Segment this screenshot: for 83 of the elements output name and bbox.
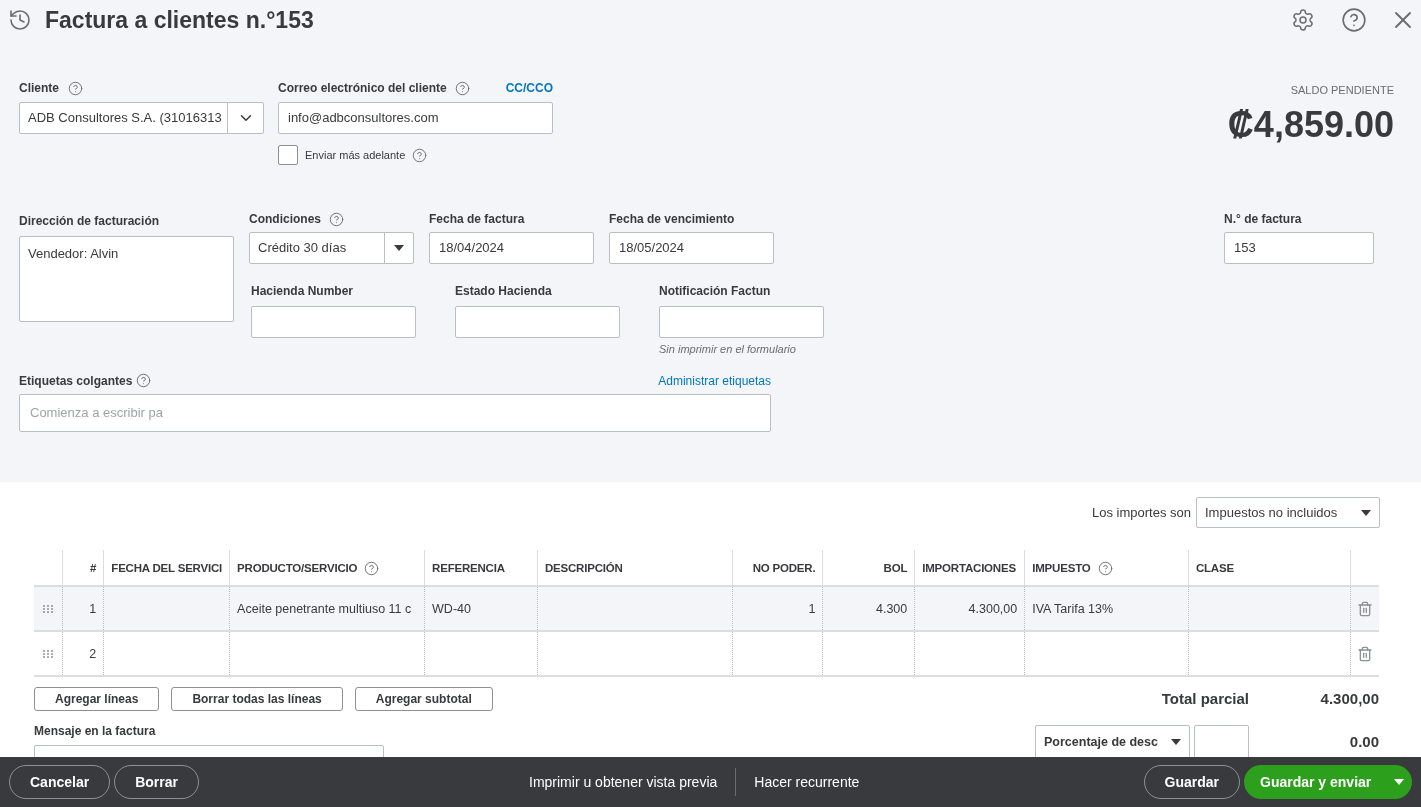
column-header: NO PODER. — [752, 560, 816, 576]
field-label: Mensaje en la factura — [34, 723, 157, 740]
caret-icon — [394, 245, 404, 251]
help-icon[interactable] — [1097, 560, 1113, 576]
table-cell: Aceite penetrante multiuso 11 c — [237, 601, 412, 616]
field-label: Correo electrónico del cliente — [278, 80, 447, 97]
help-icon[interactable] — [364, 560, 380, 576]
field-label: Etiquetas colgantes — [19, 372, 133, 390]
history-icon[interactable] — [8, 8, 32, 32]
amounts-label: Los importes son — [1092, 503, 1191, 522]
column-header: BOL — [883, 560, 908, 576]
balance-label: SALDO PENDIENTE — [1290, 83, 1394, 98]
help-icon[interactable] — [68, 80, 83, 96]
column-header: CLASE — [1195, 560, 1234, 576]
field-label: Notificación Factun — [659, 283, 772, 300]
address-field[interactable]: Vendedor: Alvin — [19, 236, 234, 322]
table-action-button[interactable]: Agregar subtotal — [354, 687, 493, 711]
table-cell: 1 — [89, 601, 97, 616]
column-header: # — [90, 560, 97, 576]
table-row[interactable]: 2 — [34, 631, 1379, 676]
caret-icon — [1171, 739, 1181, 745]
caret-icon — [1361, 509, 1371, 516]
discount-field[interactable] — [1194, 725, 1249, 757]
field-label: Fecha de factura — [429, 211, 525, 228]
terms-dropdown[interactable]: Crédito 30 días — [249, 232, 414, 264]
checkbox[interactable] — [278, 145, 298, 165]
customer-value: ADB Consultores S.A. (31016313 — [27, 109, 223, 128]
delete-icon[interactable] — [1357, 601, 1374, 618]
column-header: FECHA DEL SERVICI — [111, 560, 223, 576]
page-title: Factura a clientes n.°153 — [45, 5, 314, 35]
invoice-number-field[interactable]: 153 — [1224, 232, 1374, 264]
field-label: Cliente — [19, 80, 59, 97]
field-label: Estado Hacienda — [455, 283, 553, 300]
discount-type-dropdown[interactable]: Porcentaje de desc — [1035, 725, 1190, 757]
table-cell: 4.300,00 — [968, 601, 1018, 616]
balance-amount: ₡4,859.00 — [1227, 102, 1394, 147]
column-header: DESCRIPCIÓN — [544, 560, 623, 576]
discount-amount: 0.00 — [1348, 731, 1379, 752]
help-icon[interactable] — [136, 373, 152, 388]
table-action-button[interactable]: Borrar todas las líneas — [171, 687, 343, 711]
column-header: IMPORTACIONES — [922, 560, 1016, 576]
subtotal-label: Total parcial — [1161, 688, 1249, 709]
email-field[interactable]: info@adbconsultores.com — [278, 102, 553, 134]
cc-bcc-link[interactable]: CC/CCO — [505, 79, 553, 97]
help-icon[interactable] — [454, 80, 470, 96]
column-header: IMPUESTO — [1032, 560, 1091, 576]
table-row[interactable]: 1 Aceite penetrante multiuso 11 c WD-40 1 4.300 4.300,00 IVA Tarifa 13% — [34, 586, 1379, 631]
field-label: Condiciones — [249, 211, 321, 228]
tax-mode-dropdown[interactable]: Impuestos no incluidos — [1196, 497, 1380, 528]
help-icon[interactable] — [329, 211, 344, 227]
table-cell: WD-40 — [432, 601, 471, 616]
drag-handle-icon[interactable] — [43, 604, 54, 615]
field-label: N.° de factura — [1224, 211, 1302, 228]
help-icon[interactable] — [1341, 7, 1367, 33]
customer-dropdown[interactable]: ADB Consultores S.A. (31016313 — [19, 102, 264, 134]
input-field[interactable] — [659, 306, 824, 338]
field-label: Fecha de vencimiento — [609, 211, 735, 228]
subtotal-amount: 4.300,00 — [1319, 688, 1379, 709]
date-field[interactable]: 18/04/2024 — [429, 232, 594, 264]
delete-icon[interactable] — [1357, 646, 1374, 663]
terms-value: Crédito 30 días — [257, 239, 348, 258]
column-header: PRODUCTO/SERVICIO — [237, 560, 358, 576]
table-cell: 1 — [808, 601, 816, 616]
drag-handle-icon[interactable] — [43, 649, 54, 660]
tags-field[interactable]: Comienza a escribir pa — [19, 393, 771, 432]
settings-icon[interactable] — [1291, 8, 1315, 32]
field-note: Sin imprimir en el formulario — [659, 342, 797, 357]
table-action-button[interactable]: Agregar líneas — [34, 687, 160, 711]
input-field[interactable] — [251, 306, 416, 338]
help-icon[interactable] — [412, 147, 428, 163]
table-cell: 4.300 — [875, 601, 908, 616]
field-label: Dirección de facturación — [19, 213, 161, 230]
table-cell: IVA Tarifa 13% — [1032, 601, 1114, 616]
caret-icon — [1394, 779, 1404, 785]
footer-link[interactable]: Hacer recurrente — [754, 771, 860, 793]
date-field[interactable]: 18/05/2024 — [609, 232, 774, 264]
table-cell: 2 — [89, 646, 97, 661]
checkbox-label: Enviar más adelante — [305, 147, 406, 163]
column-header: REFERENCIA — [432, 560, 505, 576]
manage-tags-link[interactable]: Administrar etiquetas — [658, 371, 771, 390]
input-field[interactable] — [455, 306, 620, 338]
footer-link[interactable]: Imprimir u obtener vista previa — [529, 771, 718, 793]
field-label: Hacienda Number — [251, 283, 355, 300]
